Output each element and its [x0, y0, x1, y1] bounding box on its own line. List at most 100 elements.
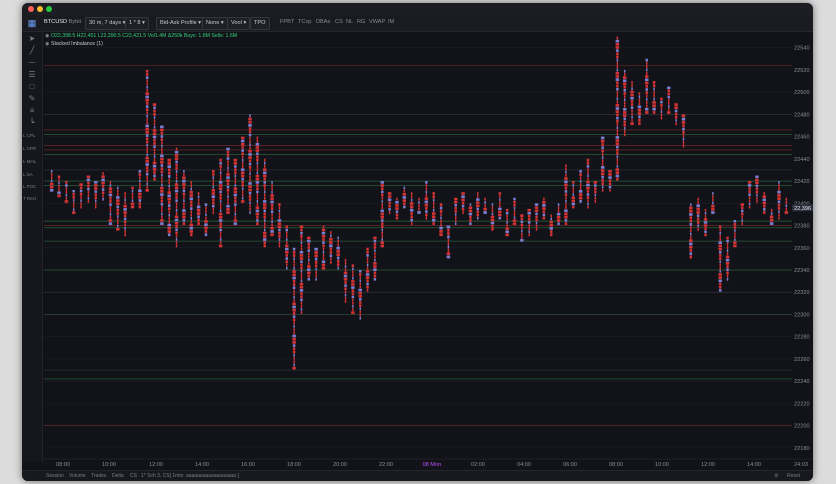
status-trades[interactable]: Trades	[91, 472, 106, 481]
footprint-cell	[153, 112, 156, 116]
text-icon[interactable]: ≡	[26, 106, 38, 116]
footprint-cell	[432, 205, 435, 209]
footprint-cell	[631, 109, 633, 113]
mode-dropdown[interactable]: Vool ▾	[227, 17, 251, 30]
multiplier-dropdown[interactable]: 1 * 8 ▾	[125, 17, 149, 30]
footprint-cell	[189, 190, 194, 194]
cursor-icon[interactable]: ➤	[26, 34, 38, 44]
profile-dropdown[interactable]: Bid-Ask Profile ▾	[156, 17, 206, 30]
footprint-cell	[615, 78, 620, 81]
indicator-rg[interactable]: RG	[357, 17, 365, 28]
indicator-dbas[interactable]: DBAs	[316, 17, 330, 28]
footprint-cell	[218, 219, 223, 222]
footprint-cell	[95, 199, 97, 203]
footprint-cell	[249, 140, 251, 143]
tool-label-cpr[interactable]: L CPR	[23, 146, 43, 152]
eye-icon[interactable]: ◉	[45, 33, 50, 39]
footprint-cell	[402, 199, 407, 202]
fib-icon[interactable]: ☰	[26, 70, 38, 80]
footprint-cell	[358, 301, 362, 304]
footprint-cell	[748, 190, 751, 193]
footprint-cell	[182, 179, 186, 183]
indicator-vwap[interactable]: VWAP	[369, 17, 385, 28]
footprint-cell	[270, 197, 274, 201]
indicator-im[interactable]: IM	[388, 17, 394, 28]
tpo-button[interactable]: TPO	[250, 17, 270, 30]
footprint-cell	[161, 151, 163, 154]
footprint-cell	[330, 261, 332, 264]
footprint-cell	[50, 173, 53, 176]
tool-label-mhl[interactable]: L MHL	[23, 159, 43, 165]
footprint-cell	[315, 267, 317, 271]
footprint-cell	[704, 230, 707, 233]
brush-icon[interactable]: ✎	[26, 94, 38, 104]
footprint-cell	[293, 257, 295, 261]
footprint-cell	[271, 181, 273, 184]
rectangle-icon[interactable]: □	[26, 82, 38, 92]
settings-icon[interactable]: ⚙	[774, 472, 778, 481]
footprint-cell	[300, 276, 303, 279]
footprint-cell	[652, 107, 656, 111]
footprint-cell	[233, 219, 238, 222]
footprint-cell	[513, 207, 516, 210]
indicator-tcvp[interactable]: TCvp	[298, 17, 311, 28]
footprint-cell	[278, 244, 281, 248]
footprint-cell	[263, 193, 266, 197]
footprint-chart[interactable]: 2254022520225002248022460224402242022400…	[42, 31, 813, 470]
indicator-nl[interactable]: NL	[346, 17, 353, 28]
footprint-cell	[108, 187, 113, 191]
footprint-cell	[703, 224, 708, 227]
footprint-cell	[726, 277, 729, 281]
footprint-cell	[175, 234, 178, 238]
maximize-window-button[interactable]	[46, 6, 52, 12]
status-volume[interactable]: Volume	[69, 472, 86, 481]
footprint-cell	[336, 263, 340, 267]
overlay-dropdown[interactable]: None ▾	[202, 17, 228, 30]
footprint-cell	[139, 182, 141, 186]
footprint-cell	[300, 304, 303, 308]
symbol-selector[interactable]: BTCUSD Bybit	[44, 17, 81, 28]
footprint-cell	[168, 188, 170, 191]
footprint-cell	[344, 297, 347, 300]
reset-button[interactable]: Reset	[787, 472, 800, 481]
footprint-cell	[322, 238, 325, 241]
footprint-cell	[182, 222, 186, 225]
footprint-cell	[197, 222, 200, 225]
close-window-button[interactable]	[28, 6, 34, 12]
footprint-cell	[630, 103, 634, 106]
footprint-cell	[718, 247, 722, 251]
minimize-window-button[interactable]	[37, 6, 43, 12]
measure-icon[interactable]: ┕	[26, 118, 38, 128]
chart-list-icon[interactable]: ▦	[26, 17, 38, 29]
footprint-cell	[146, 143, 148, 147]
footprint-cell	[307, 246, 311, 249]
footprint-cell	[608, 179, 612, 183]
footprint-cell	[286, 241, 288, 245]
footprint-cell	[94, 184, 98, 187]
timeframe-dropdown[interactable]: 30 m, 7 days ▾	[85, 17, 130, 30]
footprint-cell	[726, 265, 729, 268]
footprint-cell	[270, 210, 274, 214]
time-tick-label: 14:00	[195, 462, 209, 468]
tool-label-poc[interactable]: L POC	[23, 184, 43, 190]
indicator-fpbt[interactable]: FPBT	[280, 17, 294, 28]
footprint-cell	[616, 36, 619, 40]
tool-label-rect[interactable]: T Rect	[23, 196, 43, 202]
footprint-cell	[219, 190, 222, 194]
footprint-cell	[145, 73, 149, 76]
eye-icon[interactable]: ◉	[45, 41, 50, 47]
footprint-cell	[300, 231, 303, 235]
status-session[interactable]: Session	[46, 472, 64, 481]
status-cs[interactable]: CS	[130, 472, 137, 481]
footprint-cell	[145, 95, 149, 99]
tool-label-cpl[interactable]: L CPL	[23, 133, 43, 139]
status-delta[interactable]: Delta	[112, 472, 124, 481]
footprint-cell	[190, 210, 193, 214]
footprint-cell	[586, 161, 590, 165]
indicator-cs[interactable]: CS	[335, 17, 343, 28]
ray-icon[interactable]: ─	[26, 58, 38, 68]
footprint-cell	[565, 199, 567, 203]
trend-line-icon[interactable]: ╱	[26, 46, 38, 56]
footprint-cell	[116, 227, 120, 231]
tool-label-sa[interactable]: L SA	[23, 172, 43, 178]
